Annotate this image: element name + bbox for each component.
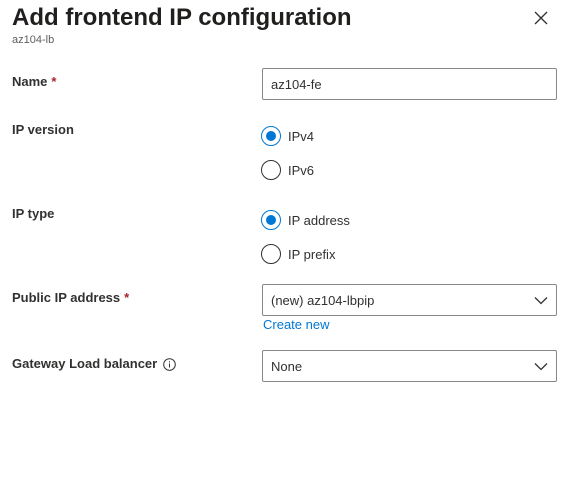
public-ip-select[interactable]: (new) az104-lbpip	[262, 284, 557, 316]
radio-ip-address-label: IP address	[288, 212, 350, 228]
gateway-lb-label: Gateway Load balancer	[12, 355, 177, 373]
required-marker: *	[51, 74, 57, 89]
radio-ipv6-label: IPv6	[288, 162, 315, 178]
close-button[interactable]	[529, 6, 553, 30]
create-new-link[interactable]: Create new	[263, 317, 329, 332]
radio-ip-prefix[interactable]: IP prefix	[261, 243, 335, 265]
info-icon[interactable]	[163, 357, 177, 371]
radio-ipv4-button[interactable]	[261, 126, 281, 146]
radio-ipv6[interactable]: IPv6	[261, 159, 314, 181]
radio-ip-address-button[interactable]	[261, 210, 281, 230]
gateway-lb-select[interactable]: None	[262, 350, 557, 382]
gateway-lb-select-value: None	[271, 358, 303, 374]
public-ip-label: Public IP address *	[12, 289, 129, 307]
radio-ip-prefix-label: IP prefix	[288, 246, 336, 262]
radio-ip-prefix-button[interactable]	[261, 244, 281, 264]
radio-ipv4[interactable]: IPv4	[261, 125, 314, 147]
header-subtitle: az104-lb	[12, 34, 55, 46]
radio-ipv4-label: IPv4	[288, 128, 315, 144]
name-label-text: Name	[12, 74, 48, 89]
name-label: Name *	[12, 73, 56, 91]
ip-version-label: IP version	[12, 122, 74, 137]
gateway-lb-label-text: Gateway Load balancer	[12, 356, 158, 371]
radio-ip-address[interactable]: IP address	[261, 209, 350, 231]
close-icon	[534, 11, 548, 25]
chevron-down-icon	[534, 362, 548, 371]
name-input[interactable]	[262, 68, 557, 100]
chevron-down-icon	[534, 296, 548, 305]
required-marker: *	[124, 290, 130, 305]
radio-ipv6-button[interactable]	[261, 160, 281, 180]
public-ip-label-text: Public IP address	[12, 290, 121, 305]
header-title: Add frontend IP configuration	[12, 4, 352, 31]
public-ip-select-value: (new) az104-lbpip	[271, 292, 375, 308]
ip-type-label: IP type	[12, 206, 55, 221]
